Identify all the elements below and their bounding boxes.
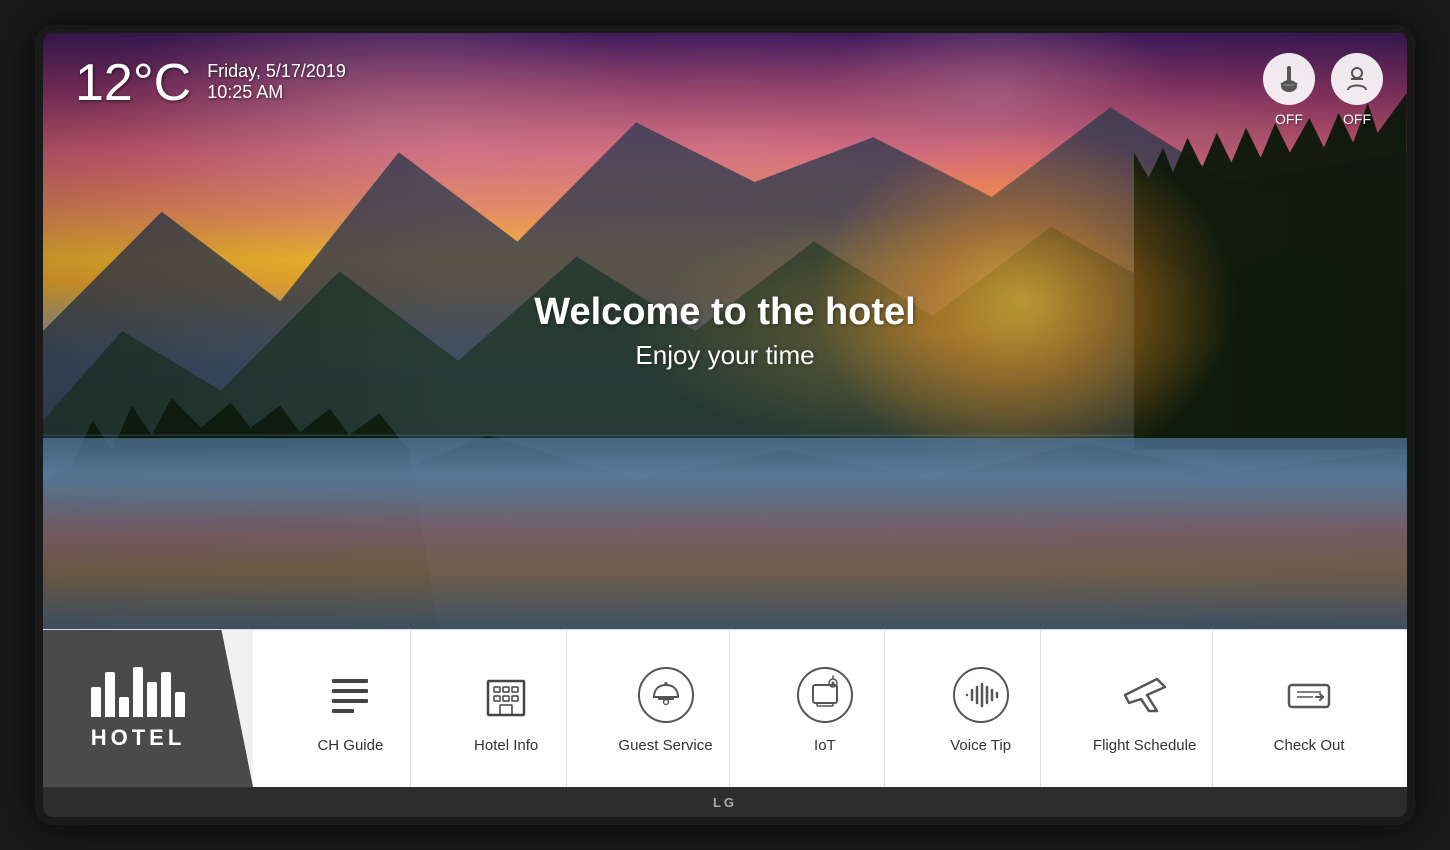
time-display: 10:25 AM [207,82,346,103]
cleaning-label: OFF [1275,111,1303,127]
tv-bottom-bar: LG [43,787,1407,817]
nav-item-guest-service[interactable]: Guest Service [602,630,729,787]
voice-tip-label: Voice Tip [950,737,1011,754]
bar-7 [175,692,185,717]
hotel-info-icon-container [474,663,538,727]
nav-item-iot[interactable]: IoT [765,630,885,787]
voice-tip-icon-container [949,663,1013,727]
dnd-control[interactable]: OFF [1331,53,1383,127]
nav-item-flight-schedule[interactable]: Flight Schedule [1077,630,1213,787]
cleaning-icon-btn[interactable] [1263,53,1315,105]
nav-item-ch-guide[interactable]: CH Guide [291,630,411,787]
hotel-logo-section: HOTEL [43,630,253,787]
nav-item-check-out[interactable]: Check Out [1249,630,1369,787]
ch-guide-icon [324,669,376,721]
iot-icon-container [793,663,857,727]
hero-water [43,438,1407,629]
nav-items: CH Guide [253,630,1407,787]
bar-6 [161,672,171,717]
iot-label: IoT [814,737,836,754]
hotel-bars [91,667,185,717]
dnd-icon-btn[interactable] [1331,53,1383,105]
nav-item-hotel-info[interactable]: Hotel Info [447,630,567,787]
datetime: Friday, 5/17/2019 10:25 AM [207,57,346,103]
welcome-subtitle: Enjoy your time [534,340,915,371]
hotel-info-label: Hotel Info [474,737,538,754]
dnd-icon [1342,64,1372,94]
ch-guide-icon-container [318,663,382,727]
tv-frame: 12°C Friday, 5/17/2019 10:25 AM [35,25,1415,825]
dnd-label: OFF [1343,111,1371,127]
bar-3 [119,697,129,717]
bar-5 [147,682,157,717]
bar-1 [91,687,101,717]
tv-screen: 12°C Friday, 5/17/2019 10:25 AM [43,33,1407,817]
nav-item-voice-tip[interactable]: Voice Tip [921,630,1041,787]
welcome-title: Welcome to the hotel [534,291,915,334]
guest-service-icon [636,665,696,725]
flight-schedule-label: Flight Schedule [1093,737,1196,754]
weather-info: 12°C Friday, 5/17/2019 10:25 AM [75,57,346,109]
welcome-text: Welcome to the hotel Enjoy your time [534,291,915,371]
top-controls: OFF OFF [1263,53,1383,127]
flight-schedule-icon-container [1113,663,1177,727]
guest-service-icon-container [634,663,698,727]
cleaning-control[interactable]: OFF [1263,53,1315,127]
check-out-icon [1283,669,1335,721]
flight-schedule-icon [1119,669,1171,721]
hotel-name: HOTEL [91,725,186,751]
temperature: 12°C [75,57,191,109]
bottom-nav: HOTEL CH Guide [43,629,1407,787]
ch-guide-label: CH Guide [317,737,383,754]
hotel-info-icon [480,669,532,721]
hero-area: 12°C Friday, 5/17/2019 10:25 AM [43,33,1407,629]
check-out-icon-container [1277,663,1341,727]
iot-icon [795,665,855,725]
date-display: Friday, 5/17/2019 [207,61,346,82]
broom-icon [1274,64,1304,94]
bar-4 [133,667,143,717]
voice-tip-icon [951,665,1011,725]
lg-logo: LG [713,795,737,810]
check-out-label: Check Out [1274,737,1345,754]
bar-2 [105,672,115,717]
guest-service-label: Guest Service [618,737,712,754]
